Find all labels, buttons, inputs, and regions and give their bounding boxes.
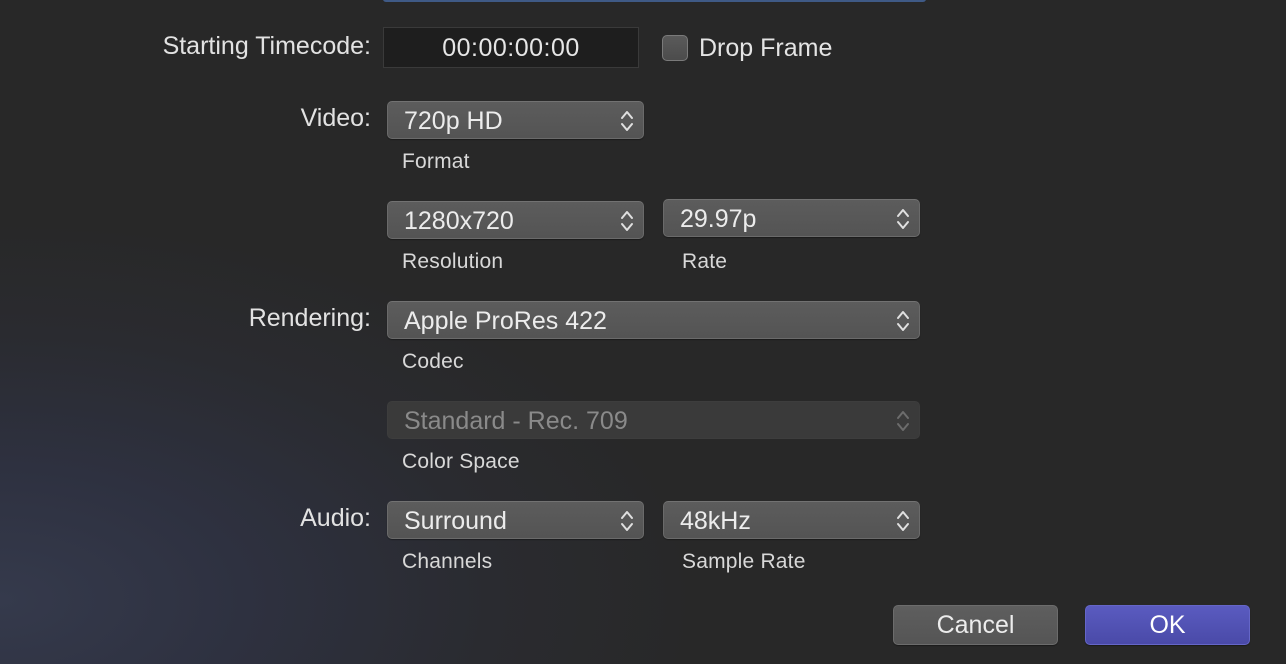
popup-arrows-icon bbox=[897, 511, 909, 531]
format-caption: Format bbox=[402, 150, 470, 173]
rate-value: 29.97p bbox=[680, 205, 757, 233]
codec-caption: Codec bbox=[402, 350, 464, 373]
codec-popup[interactable]: Apple ProRes 422 bbox=[387, 301, 920, 339]
resolution-caption: Resolution bbox=[402, 250, 504, 273]
cancel-button[interactable]: Cancel bbox=[893, 605, 1058, 645]
popup-arrows-icon bbox=[621, 111, 633, 131]
popup-arrows-icon bbox=[897, 209, 909, 229]
channels-popup[interactable]: Surround bbox=[387, 501, 644, 539]
popup-arrows-icon bbox=[621, 211, 633, 231]
codec-value: Apple ProRes 422 bbox=[404, 307, 607, 335]
popup-arrows-icon bbox=[897, 411, 909, 431]
starting-timecode-label: Starting Timecode: bbox=[162, 32, 371, 60]
channels-caption: Channels bbox=[402, 550, 493, 573]
rate-popup[interactable]: 29.97p bbox=[663, 199, 920, 237]
sample-rate-value: 48kHz bbox=[680, 507, 751, 535]
channels-value: Surround bbox=[404, 507, 507, 535]
color-space-value: Standard - Rec. 709 bbox=[404, 407, 628, 435]
resolution-popup[interactable]: 1280x720 bbox=[387, 201, 644, 239]
color-space-caption: Color Space bbox=[402, 450, 520, 473]
sample-rate-caption: Sample Rate bbox=[682, 550, 806, 573]
video-format-value: 720p HD bbox=[404, 107, 503, 135]
popup-arrows-icon bbox=[621, 511, 633, 531]
audio-label: Audio: bbox=[300, 504, 371, 532]
starting-timecode-field[interactable]: 00:00:00:00 bbox=[383, 27, 639, 68]
rendering-label: Rendering: bbox=[248, 304, 371, 332]
rate-caption: Rate bbox=[682, 250, 728, 273]
resolution-value: 1280x720 bbox=[404, 207, 514, 235]
color-space-popup: Standard - Rec. 709 bbox=[387, 401, 920, 439]
drop-frame-checkbox[interactable] bbox=[662, 35, 688, 61]
video-label: Video: bbox=[300, 104, 371, 132]
drop-frame-label[interactable]: Drop Frame bbox=[699, 34, 832, 63]
sample-rate-popup[interactable]: 48kHz bbox=[663, 501, 920, 539]
ok-button[interactable]: OK bbox=[1085, 605, 1250, 645]
top-edge-highlight bbox=[383, 0, 926, 2]
video-format-popup[interactable]: 720p HD bbox=[387, 101, 644, 139]
popup-arrows-icon bbox=[897, 311, 909, 331]
